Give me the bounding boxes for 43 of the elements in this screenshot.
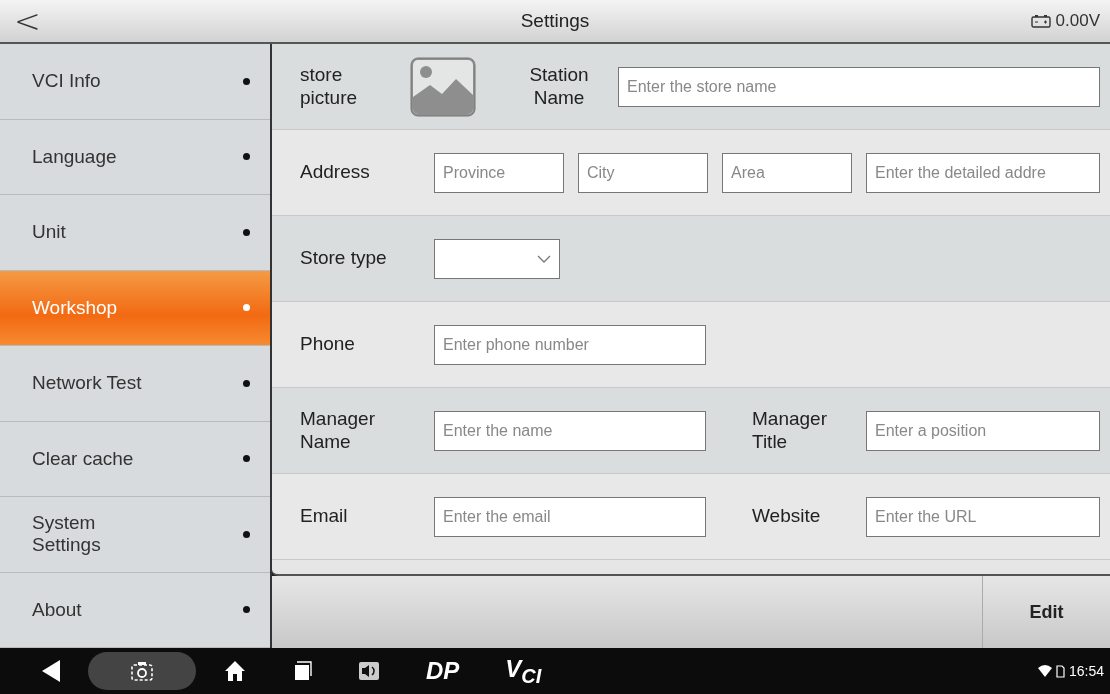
wifi-icon [1037, 665, 1052, 677]
window-title: Settings [520, 10, 590, 32]
recent-apps-icon[interactable] [292, 661, 312, 681]
speaker-icon[interactable] [358, 661, 380, 681]
input-field[interactable]: Enter the name [434, 410, 706, 451]
sidebar-item[interactable]: Clear cache [0, 421, 270, 497]
input-field[interactable]: Enter phone number [434, 324, 706, 365]
input-field[interactable]: Enter the store name [618, 66, 1100, 107]
field-label: Manager Name [300, 407, 376, 454]
screenshot-button[interactable] [88, 652, 196, 690]
input-field[interactable]: Area [722, 152, 852, 193]
sidebar-item[interactable]: Language [0, 119, 270, 195]
camera-icon [131, 661, 153, 681]
input-field[interactable]: Enter the email [434, 496, 706, 537]
field-label: Phone [300, 333, 356, 356]
field-label: Station Name [528, 63, 590, 110]
store-type-dropdown[interactable] [434, 238, 560, 279]
sidebar-item[interactable]: Network Test [0, 346, 270, 422]
field-label: store picture [300, 63, 359, 110]
sidebar-item[interactable]: Unit [0, 195, 270, 271]
dp-logo[interactable]: DP [426, 657, 460, 685]
input-field[interactable]: Enter the URL [866, 496, 1100, 537]
field-label: Address [300, 161, 371, 184]
chevron-down-icon [537, 254, 551, 263]
input-field[interactable]: Province [434, 152, 564, 193]
input-field[interactable]: Enter a position [866, 410, 1100, 451]
field-label: Manager Title [752, 407, 828, 454]
image-icon[interactable] [410, 56, 476, 117]
input-field[interactable]: City [578, 152, 708, 193]
field-label: Store type [300, 247, 388, 270]
sidebar-item[interactable]: VCI Info [0, 44, 270, 120]
home-icon[interactable] [224, 660, 246, 682]
back-icon[interactable] [40, 659, 62, 683]
sidebar-item[interactable]: System Settings [0, 497, 270, 573]
field-label: Website [752, 505, 822, 528]
input-field[interactable]: Enter the detailed addre [866, 152, 1100, 193]
back-button[interactable]: < [0, 0, 55, 42]
clock-time: 16:54 [1068, 663, 1104, 679]
sim-icon [1055, 664, 1065, 678]
field-label: Email [300, 505, 349, 528]
voltage-reading: 0.00V [1055, 11, 1100, 31]
battery-icon [1030, 14, 1051, 28]
vci-logo[interactable]: V$_{CI}$ [505, 654, 542, 688]
